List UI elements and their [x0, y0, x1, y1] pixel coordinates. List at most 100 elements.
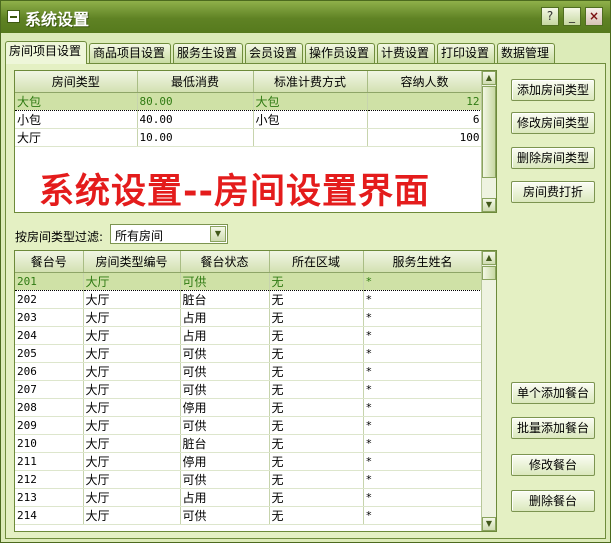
tab-print-settings[interactable]: 打印设置 [437, 43, 495, 63]
col-billing-method[interactable]: 标准计费方式 [253, 71, 368, 93]
room-type-row[interactable]: 小包 40.00 小包 6 [15, 110, 483, 129]
add-room-type-button[interactable]: 添加房间类型 [511, 79, 595, 101]
chevron-down-icon[interactable]: ▼ [210, 226, 226, 242]
window-title: 系统设置 [25, 10, 90, 29]
scroll-down-icon[interactable]: ▼ [482, 198, 496, 212]
table-no-cell: 201 [15, 271, 84, 291]
scroll-down-icon[interactable]: ▼ [482, 517, 496, 531]
waiter-cell: * [363, 326, 483, 345]
scroll-up-icon[interactable]: ▲ [482, 71, 496, 85]
add-single-table-button[interactable]: 单个添加餐台 [511, 382, 595, 404]
room-type-no-cell: 大厅 [83, 380, 181, 399]
room-type-no-cell: 大厅 [83, 416, 181, 435]
window-menu-icon[interactable] [7, 10, 20, 23]
table-no-cell: 203 [15, 308, 84, 327]
table-status-cell: 脏台 [180, 434, 270, 453]
table-status-cell: 占用 [180, 488, 270, 507]
waiter-cell: * [363, 506, 483, 525]
title-bar[interactable]: 系统设置 ? _ × [1, 1, 610, 33]
table-no-cell: 209 [15, 416, 84, 435]
edit-room-type-button[interactable]: 修改房间类型 [511, 112, 595, 134]
table-row[interactable]: 202 大厅 脏台无 * [15, 290, 483, 309]
area-cell: 无 [269, 326, 364, 345]
room-type-header-row: 房间类型 最低消费 标准计费方式 容纳人数 [15, 71, 483, 93]
area-cell: 无 [269, 362, 364, 381]
col-area[interactable]: 所在区域 [269, 251, 364, 273]
room-fee-discount-button[interactable]: 房间费打折 [511, 181, 595, 203]
delete-table-button[interactable]: 删除餐台 [511, 490, 595, 512]
room-type-no-cell: 大厅 [83, 506, 181, 525]
table-row[interactable]: 204 大厅 占用无 * [15, 326, 483, 345]
room-type-no-cell: 大厅 [83, 434, 181, 453]
tab-product-settings[interactable]: 商品项目设置 [89, 43, 171, 63]
waiter-cell: * [363, 452, 483, 471]
room-type-table: 房间类型 最低消费 标准计费方式 容纳人数 大包 80.00 大包 12 小包 [15, 71, 483, 147]
area-cell: 无 [269, 452, 364, 471]
tab-data-management[interactable]: 数据管理 [497, 43, 555, 63]
dining-table-body: 201 大厅 可供无 * 202 大厅 脏台无 * 203 大厅 占用无 * 204 大厅 占用无 * 205 大… [15, 271, 483, 525]
area-cell: 无 [269, 506, 364, 525]
dining-table-header-row: 餐台号 房间类型编号 餐台状态 所在区域 服务生姓名 [15, 251, 483, 273]
table-no-cell: 202 [15, 290, 84, 309]
room-type-scrollbar[interactable]: ▲ ▼ [481, 71, 496, 212]
room-type-row[interactable]: 大厅 10.00 100 [15, 128, 483, 147]
room-type-no-cell: 大厅 [83, 308, 181, 327]
close-button[interactable]: × [585, 7, 603, 26]
table-row[interactable]: 205 大厅 可供无 * [15, 344, 483, 363]
room-type-no-cell: 大厅 [83, 362, 181, 381]
col-room-type[interactable]: 房间类型 [15, 71, 138, 93]
table-status-cell: 可供 [180, 344, 270, 363]
col-capacity[interactable]: 容纳人数 [367, 71, 483, 93]
tab-member-settings[interactable]: 会员设置 [245, 43, 303, 63]
dining-table-scrollbar[interactable]: ▲ ▼ [481, 251, 496, 531]
scroll-up-icon[interactable]: ▲ [482, 251, 496, 265]
table-row[interactable]: 203 大厅 占用无 * [15, 308, 483, 327]
table-row[interactable]: 206 大厅 可供无 * [15, 362, 483, 381]
table-row[interactable]: 213 大厅 占用无 * [15, 488, 483, 507]
table-row[interactable]: 207 大厅 可供无 * [15, 380, 483, 399]
room-type-no-cell: 大厅 [83, 398, 181, 417]
table-row[interactable]: 208 大厅 停用无 * [15, 398, 483, 417]
table-row[interactable]: 210 大厅 脏台无 * [15, 434, 483, 453]
room-type-no-cell: 大厅 [83, 470, 181, 489]
table-status-cell: 占用 [180, 326, 270, 345]
capacity-cell: 6 [367, 110, 483, 129]
tab-strip: 房间项目设置 商品项目设置 服务生设置 会员设置 操作员设置 计费设置 打印设置… [5, 41, 605, 64]
tab-operator-settings[interactable]: 操作员设置 [305, 43, 375, 63]
overlay-caption: 系统设置--房间设置界面 [39, 172, 431, 212]
batch-add-table-button[interactable]: 批量添加餐台 [511, 417, 595, 439]
table-row[interactable]: 201 大厅 可供无 * [15, 271, 483, 291]
col-table-status[interactable]: 餐台状态 [180, 251, 270, 273]
table-row[interactable]: 214 大厅 可供无 * [15, 506, 483, 525]
tab-waiter-settings[interactable]: 服务生设置 [173, 43, 243, 63]
table-no-cell: 205 [15, 344, 84, 363]
table-no-cell: 213 [15, 488, 84, 507]
dining-table-grid[interactable]: 餐台号 房间类型编号 餐台状态 所在区域 服务生姓名 201 大厅 可供无 * 202 大… [14, 250, 497, 532]
minimize-button[interactable]: _ [563, 7, 581, 26]
capacity-cell: 100 [367, 128, 483, 147]
table-row[interactable]: 211 大厅 停用无 * [15, 452, 483, 471]
room-type-filter-select[interactable]: 所有房间 ▼ [110, 224, 228, 244]
col-table-no[interactable]: 餐台号 [15, 251, 84, 273]
waiter-cell: * [363, 362, 483, 381]
tab-billing-settings[interactable]: 计费设置 [377, 43, 435, 63]
table-status-cell: 可供 [180, 470, 270, 489]
edit-table-button[interactable]: 修改餐台 [511, 454, 595, 476]
room-type-no-cell: 大厅 [83, 271, 181, 291]
scroll-thumb[interactable] [482, 266, 496, 280]
billing-cell [253, 128, 368, 147]
help-button[interactable]: ? [541, 7, 559, 26]
table-status-cell: 可供 [180, 380, 270, 399]
col-min-spend[interactable]: 最低消费 [137, 71, 254, 93]
col-waiter-name[interactable]: 服务生姓名 [363, 251, 483, 273]
delete-room-type-button[interactable]: 删除房间类型 [511, 147, 595, 169]
tab-room-settings[interactable]: 房间项目设置 [5, 41, 87, 64]
table-row[interactable]: 212 大厅 可供无 * [15, 470, 483, 489]
col-room-type-no[interactable]: 房间类型编号 [83, 251, 181, 273]
area-cell: 无 [269, 398, 364, 417]
table-row[interactable]: 209 大厅 可供无 * [15, 416, 483, 435]
scroll-thumb[interactable] [482, 86, 496, 178]
room-type-row[interactable]: 大包 80.00 大包 12 [15, 91, 483, 111]
table-no-cell: 210 [15, 434, 84, 453]
area-cell: 无 [269, 470, 364, 489]
